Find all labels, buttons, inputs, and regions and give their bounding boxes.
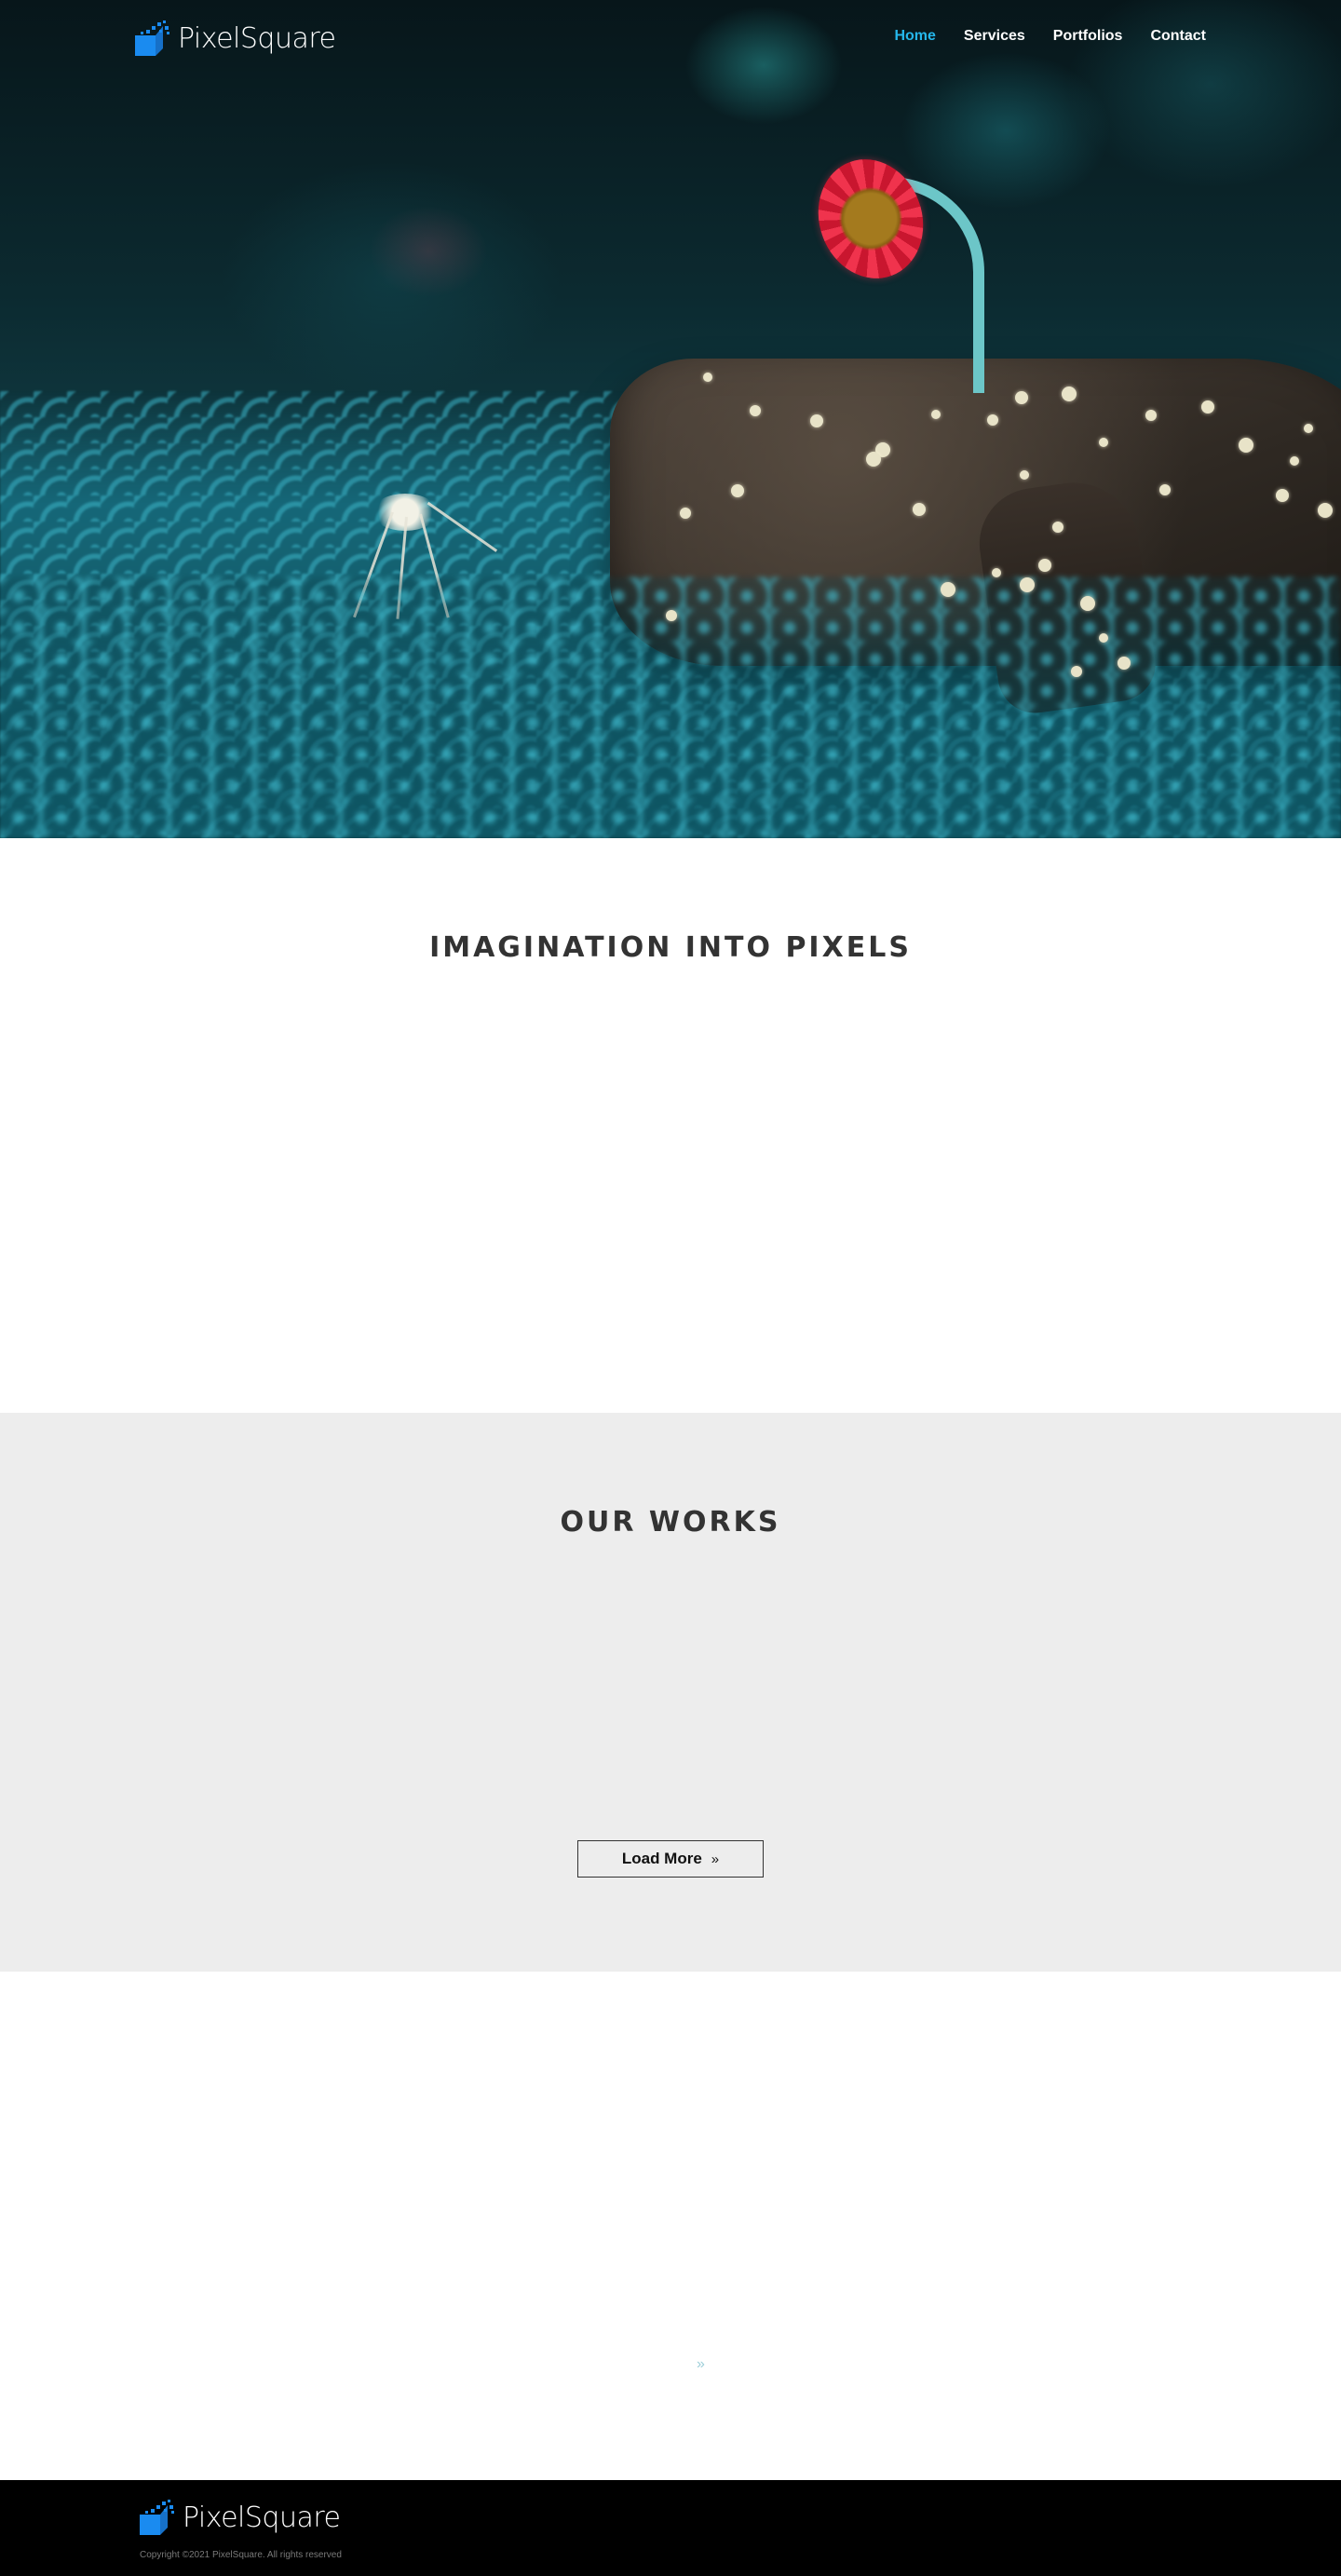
hero-spore xyxy=(1290,456,1299,466)
hero-spore xyxy=(1015,391,1028,404)
hero-spore xyxy=(866,452,881,467)
brand-logo[interactable]: PixelSquare xyxy=(135,20,336,56)
hero-spore xyxy=(1099,633,1108,643)
blank-section: » xyxy=(0,1972,1341,2480)
hero-spore xyxy=(1020,470,1029,480)
hero-spore xyxy=(941,582,955,597)
hero-spore xyxy=(992,568,1001,577)
copyright-text: Copyright ©2021 PixelSquare. All rights … xyxy=(140,2550,342,2560)
hero-spore xyxy=(1080,596,1095,611)
hero-spore xyxy=(1020,577,1035,592)
hero-spore xyxy=(1276,489,1289,502)
double-chevron-right-icon: » xyxy=(711,1851,720,1867)
hero-spore xyxy=(1304,424,1313,433)
double-chevron-right-icon[interactable]: » xyxy=(697,2356,705,2373)
hero-spore xyxy=(750,405,761,416)
hero-spore xyxy=(810,414,823,427)
hero-spore xyxy=(1099,438,1108,447)
nav-item-portfolios[interactable]: Portfolios xyxy=(1053,28,1123,45)
hero-spore xyxy=(1038,559,1051,572)
pixel-square-logo-icon xyxy=(140,2500,174,2535)
hero-spore xyxy=(1052,522,1063,533)
hero-spore xyxy=(680,508,691,519)
hero-spore xyxy=(703,373,712,382)
hero-spore xyxy=(1145,410,1157,421)
footer: PixelSquare Copyright ©2021 PixelSquare.… xyxy=(0,2480,1341,2576)
hero-spore xyxy=(987,414,998,426)
brand-name: PixelSquare xyxy=(178,21,336,55)
hero-section: PixelSquare Home Services Portfolios Con… xyxy=(0,0,1341,838)
nav-item-contact[interactable]: Contact xyxy=(1150,28,1206,45)
hero-spore xyxy=(731,484,744,497)
pixel-square-logo-icon xyxy=(135,20,169,56)
footer-brand-logo[interactable]: PixelSquare xyxy=(140,2500,341,2535)
load-more-button[interactable]: Load More » xyxy=(577,1840,764,1878)
works-title: OUR WORKS xyxy=(560,1506,781,1539)
top-navigation: PixelSquare Home Services Portfolios Con… xyxy=(0,0,1341,80)
hero-spore xyxy=(931,410,941,419)
intro-section: IMAGINATION INTO PIXELS xyxy=(0,838,1341,1413)
hero-spore xyxy=(913,503,926,516)
hero-spore xyxy=(1159,484,1171,495)
hero-spore xyxy=(1062,386,1077,401)
hero-spore xyxy=(1071,666,1082,677)
load-more-label: Load More xyxy=(621,1850,702,1867)
footer-brand-name: PixelSquare xyxy=(183,2501,341,2534)
hero-spore xyxy=(1239,438,1253,453)
intro-title: IMAGINATION INTO PIXELS xyxy=(429,931,912,964)
hero-spore xyxy=(1118,657,1131,670)
main-menu: Home Services Portfolios Contact xyxy=(894,28,1206,45)
works-section: OUR WORKS Load More » xyxy=(0,1413,1341,1972)
nav-item-services[interactable]: Services xyxy=(964,28,1025,45)
nav-item-home[interactable]: Home xyxy=(894,28,935,45)
hero-spore xyxy=(1318,503,1333,518)
hero-spore xyxy=(666,610,677,621)
hero-spore xyxy=(1201,400,1214,414)
